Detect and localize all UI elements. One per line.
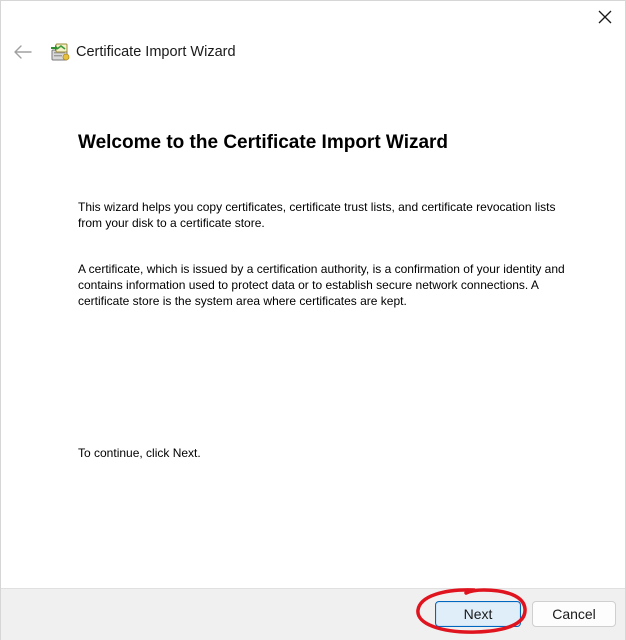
intro-paragraph: This wizard helps you copy certificates,… bbox=[78, 200, 556, 230]
certificate-import-wizard-window: Certificate Import Wizard Welcome to the… bbox=[0, 0, 626, 640]
wizard-footer: Next Cancel bbox=[1, 588, 625, 640]
certificate-description-paragraph: A certificate, which is issued by a cert… bbox=[78, 262, 565, 308]
cancel-button[interactable]: Cancel bbox=[532, 601, 616, 627]
continue-instruction: To continue, click Next. bbox=[78, 446, 201, 460]
close-button[interactable] bbox=[587, 3, 623, 31]
certificate-wizard-icon bbox=[51, 43, 70, 61]
back-arrow-icon bbox=[14, 45, 32, 59]
wizard-content: Welcome to the Certificate Import Wizard… bbox=[78, 129, 575, 460]
page-title: Welcome to the Certificate Import Wizard bbox=[78, 132, 449, 153]
wizard-header: Certificate Import Wizard bbox=[11, 37, 236, 67]
next-button[interactable]: Next bbox=[435, 601, 521, 627]
back-button[interactable] bbox=[11, 40, 35, 64]
wizard-title: Certificate Import Wizard bbox=[76, 44, 236, 60]
close-icon bbox=[598, 10, 612, 24]
